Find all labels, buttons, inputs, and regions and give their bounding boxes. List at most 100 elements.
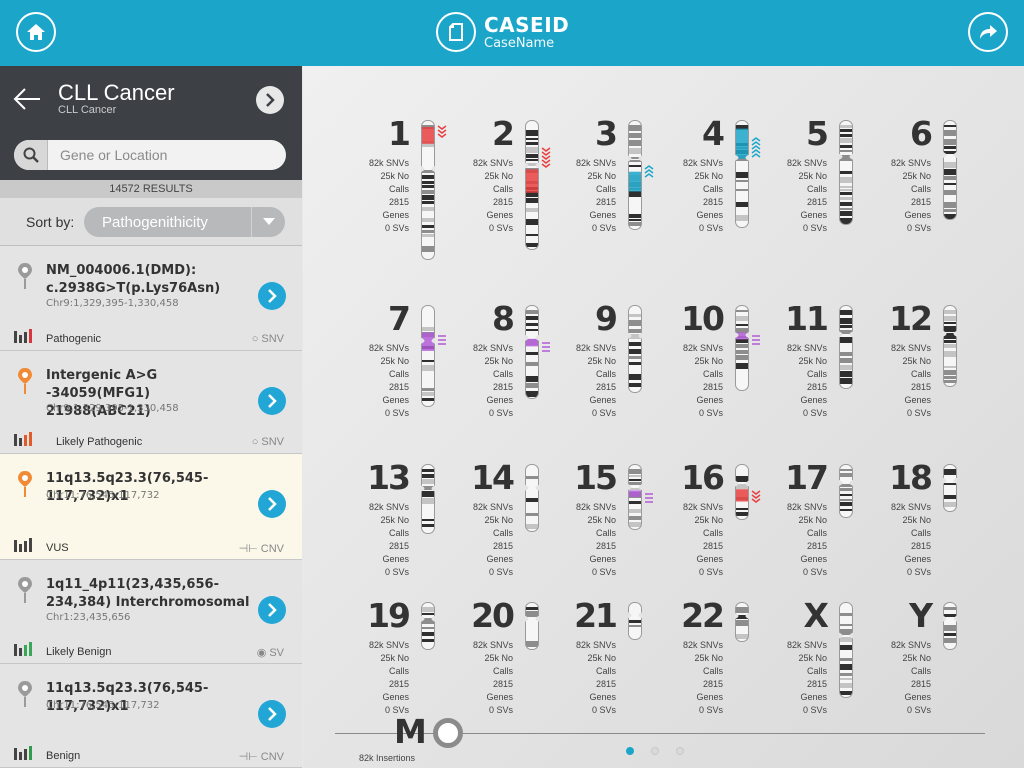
chromosome-number: 3 — [595, 114, 618, 153]
chromosome-band — [421, 207, 435, 211]
variant-marker-icon[interactable] — [437, 334, 449, 364]
snv-count: 82k SNVs — [575, 343, 616, 353]
snv-count: 82k SNVs — [786, 343, 827, 353]
chromosome-10[interactable]: 10 82k SNVs 25k No Calls 2815 Genes 0 SVs — [675, 299, 775, 418]
variant-detail-button[interactable] — [258, 596, 286, 624]
mito-chromosome[interactable] — [433, 718, 463, 748]
no-call-count: 25k No Calls — [902, 356, 931, 379]
chromosome-21[interactable]: 21 82k SNVs 25k No Calls 2815 Genes 0 SVs — [568, 596, 668, 715]
chromosome-band — [525, 481, 539, 485]
variant-row[interactable]: 1q11_4p11(23,435,656-234,384) Interchrom… — [0, 560, 302, 664]
chromosome-8[interactable]: 8 82k SNVs 25k No Calls 2815 Genes 0 SVs — [465, 299, 565, 418]
variant-highlight-band — [628, 490, 642, 497]
variant-marker-icon[interactable] — [751, 489, 763, 519]
sv-count: 0 SVs — [802, 705, 827, 715]
chromosome-stats: 82k SNVs 25k No Calls 2815 Genes 0 SVs — [568, 639, 616, 717]
gene-count: 2815 Genes — [800, 197, 827, 220]
home-button[interactable] — [16, 12, 56, 52]
chromosome-band — [735, 215, 749, 221]
chromosome-13[interactable]: 13 82k SNVs 25k No Calls 2815 Genes 0 SVs — [361, 458, 461, 577]
no-call-count: 25k No Calls — [484, 356, 513, 379]
variant-type-icon: ⊣⊢ — [238, 543, 258, 555]
chevron-right-icon — [266, 93, 275, 107]
chromosome-band — [839, 337, 853, 343]
chromosome-band — [525, 316, 539, 320]
chromosome-band — [839, 145, 853, 148]
chromosome-x[interactable]: X 82k SNVs 25k No Calls 2815 Genes 0 SVs — [779, 596, 879, 715]
variant-marker-icon[interactable] — [644, 164, 656, 194]
no-call-count: 25k No Calls — [902, 515, 931, 538]
sort-dropdown[interactable]: Pathogenithicity — [84, 207, 285, 237]
gene-count: 2815 Genes — [800, 541, 827, 564]
chromosome-band — [839, 658, 853, 661]
gene-count: 2815 Genes — [904, 382, 931, 405]
chromosome-number: 9 — [595, 299, 618, 338]
chromosome-ideogram — [525, 120, 539, 250]
chromosome-5[interactable]: 5 82k SNVs 25k No Calls 2815 Genes 0 SVs — [779, 114, 879, 233]
chromosome-12[interactable]: 12 82k SNVs 25k No Calls 2815 Genes 0 SVs — [883, 299, 983, 418]
chromosome-6[interactable]: 6 82k SNVs 25k No Calls 2815 Genes 0 SVs — [883, 114, 983, 233]
variant-highlight-band — [735, 489, 749, 502]
chromosome-band — [839, 211, 853, 216]
chromosome-band — [628, 125, 642, 131]
sidebar-header: CLL Cancer CLL Cancer — [0, 66, 302, 132]
variant-marker-icon[interactable] — [541, 146, 553, 176]
chevron-right-icon — [268, 289, 277, 303]
no-call-count: 25k No Calls — [380, 653, 409, 676]
chromosome-17[interactable]: 17 82k SNVs 25k No Calls 2815 Genes 0 SVs — [779, 458, 879, 577]
variant-row[interactable]: 11q13.5q23.3(76,545-117,732)x1 Chr11:76,5… — [0, 664, 302, 768]
sv-count: 0 SVs — [384, 408, 409, 418]
back-arrow-icon[interactable] — [12, 84, 42, 114]
chromosome-9[interactable]: 9 82k SNVs 25k No Calls 2815 Genes 0 SVs — [568, 299, 668, 418]
chromosome-band — [735, 502, 749, 506]
variant-detail-button[interactable] — [258, 282, 286, 310]
chromosome-4[interactable]: 4 82k SNVs 25k No Calls 2815 Genes 0 SVs — [675, 114, 775, 234]
chromosome-19[interactable]: 19 82k SNVs 25k No Calls 2815 Genes 0 SVs — [361, 596, 461, 715]
chromosome-18[interactable]: 18 82k SNVs 25k No Calls 2815 Genes 0 SVs — [883, 458, 983, 577]
page-dot[interactable] — [651, 747, 659, 755]
classification-bar — [24, 332, 27, 343]
variant-row[interactable]: Intergenic A>G -34059(MFG1) 21988(ABC21)… — [0, 351, 302, 454]
chromosome-band — [525, 205, 539, 207]
map-pin-icon — [18, 577, 32, 603]
chromosome-20[interactable]: 20 82k SNVs 25k No Calls 2815 Genes 0 SVs — [465, 596, 565, 715]
chromosome-stats: 82k SNVs 25k No Calls 2815 Genes 0 SVs — [779, 501, 827, 579]
chromosome-band — [839, 473, 853, 477]
chromosome-band — [421, 498, 435, 504]
variant-row[interactable]: 11q13.5q23.3(76,545-117,732)x1 Chr11:76,5… — [0, 454, 302, 560]
variant-marker-icon[interactable] — [751, 334, 763, 364]
page-dot[interactable] — [626, 747, 634, 755]
search-icon — [23, 147, 39, 163]
variant-detail-button[interactable] — [258, 387, 286, 415]
chromosome-7[interactable]: 7 82k SNVs 25k No Calls 2815 Genes 0 SVs — [361, 299, 461, 418]
chromosome-14[interactable]: 14 82k SNVs 25k No Calls 2815 Genes 0 SVs — [465, 458, 565, 577]
chromosome-3[interactable]: 3 82k SNVs 25k No Calls 2815 Genes 0 SVs — [568, 114, 668, 236]
variant-row[interactable]: NM_004006.1(DMD): c.2938G>T(p.Lys76Asn) C… — [0, 246, 302, 351]
variant-detail-button[interactable] — [258, 700, 286, 728]
chromosome-band — [421, 310, 435, 316]
chromosome-15[interactable]: 15 82k SNVs 25k No Calls 2815 Genes 0 SVs — [568, 458, 668, 577]
chromosome-band — [628, 342, 642, 346]
variant-marker-icon[interactable] — [437, 124, 449, 154]
chromosome-y[interactable]: Y 82k SNVs 25k No Calls 2815 Genes 0 SVs — [883, 596, 983, 715]
chromosome-band — [628, 133, 642, 138]
search-input[interactable] — [48, 147, 278, 163]
variant-marker-icon[interactable] — [751, 136, 763, 166]
chromosome-band — [943, 316, 957, 321]
chromosome-band — [839, 624, 853, 626]
search-button[interactable] — [14, 140, 48, 170]
chromosome-band — [525, 329, 539, 331]
chromosome-1[interactable]: 1 82k SNVs 25k No Calls 2815 Genes 0 SVs — [361, 114, 461, 266]
variant-detail-button[interactable] — [258, 490, 286, 518]
chromosome-16[interactable]: 16 82k SNVs 25k No Calls 2815 Genes 0 SVs — [675, 458, 775, 577]
variant-marker-icon[interactable] — [644, 492, 656, 522]
share-button[interactable] — [968, 12, 1008, 52]
chromosome-band — [735, 184, 749, 188]
page-dot[interactable] — [676, 747, 684, 755]
variant-marker-icon[interactable] — [541, 341, 553, 371]
search-area — [0, 132, 302, 180]
chromosome-2[interactable]: 2 82k SNVs 25k No Calls 2815 Genes 0 SVs — [465, 114, 565, 256]
forward-button[interactable] — [256, 86, 284, 114]
chromosome-22[interactable]: 22 82k SNVs 25k No Calls 2815 Genes 0 SVs — [675, 596, 775, 715]
chromosome-11[interactable]: 11 82k SNVs 25k No Calls 2815 Genes 0 SVs — [779, 299, 879, 418]
